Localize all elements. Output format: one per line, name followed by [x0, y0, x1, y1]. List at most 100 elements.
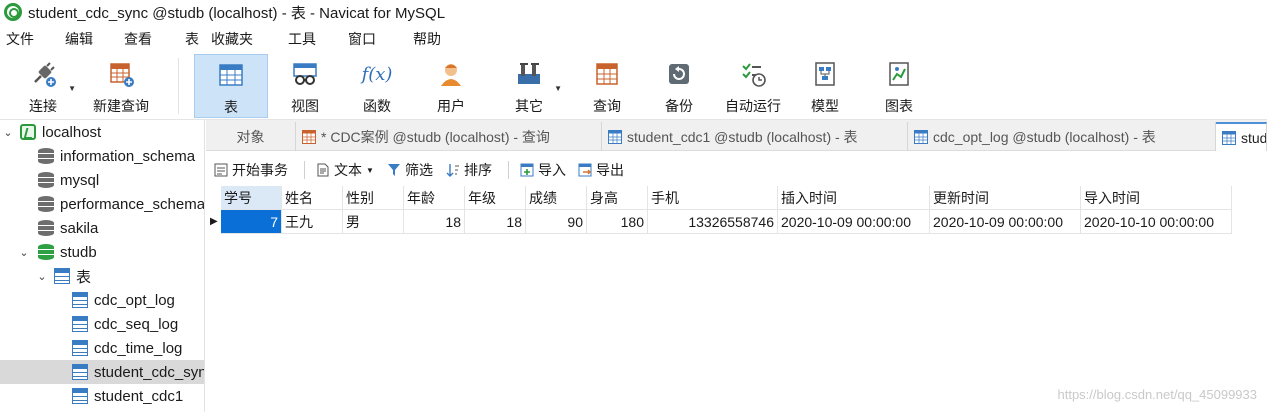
chevron-down-icon[interactable]: ⌄ — [36, 270, 48, 283]
export-button[interactable]: 导出 — [578, 160, 624, 180]
connect-icon — [29, 60, 57, 88]
menu-view[interactable]: 查看 — [124, 29, 152, 49]
menu-tools[interactable]: 工具 — [288, 29, 316, 49]
chart-icon — [885, 60, 913, 88]
tree-item-mysql[interactable]: mysql — [0, 168, 204, 192]
import-button[interactable]: 导入 — [520, 160, 566, 180]
menu-file[interactable]: 文件 — [6, 29, 34, 49]
new-query-button[interactable]: 新建查询 — [88, 54, 154, 118]
tree-item-localhost[interactable]: ⌄ localhost — [0, 120, 204, 144]
others-button[interactable]: 其它 ▼ — [506, 54, 562, 118]
text-button[interactable]: 文本 ▼ — [316, 160, 374, 180]
table-cell[interactable]: 180 — [587, 210, 648, 234]
data-grid: 学号 姓名 性别 年龄 年级 成绩 身高 手机 插入时间 更新时间 导入时间 ▶… — [206, 186, 1267, 412]
filter-button[interactable]: 筛选 — [387, 160, 433, 180]
begin-transaction-button[interactable]: 开始事务 — [214, 160, 288, 180]
tab-bar: 对象 * CDC案例 @studb (localhost) - 查询 stude… — [206, 120, 1267, 151]
table-icon — [72, 388, 88, 404]
connection-icon — [20, 124, 36, 140]
tree-item-tables-folder[interactable]: ⌄ 表 — [0, 264, 204, 288]
column-header[interactable]: 更新时间 — [930, 186, 1081, 210]
chart-button[interactable]: 图表 — [876, 54, 922, 118]
automation-button[interactable]: 自动运行 — [722, 54, 784, 118]
tree-item-student-cdc-sync[interactable]: student_cdc_sync — [0, 360, 204, 384]
user-icon — [437, 60, 465, 88]
column-header[interactable]: 年级 — [465, 186, 526, 210]
query-icon — [302, 129, 316, 144]
table-icon — [1222, 130, 1236, 145]
function-button[interactable]: f(x) 函数 — [354, 54, 400, 118]
toolbar-separator — [304, 161, 305, 179]
database-icon — [38, 244, 54, 260]
window-title: student_cdc_sync @studb (localhost) - 表 … — [28, 4, 446, 22]
table-cell[interactable]: 2020-10-10 00:00:00 — [1081, 210, 1232, 234]
database-icon — [38, 196, 54, 212]
table-cell[interactable]: 男 — [343, 210, 404, 234]
tree-item-student-cdc1[interactable]: student_cdc1 — [0, 384, 204, 408]
column-header[interactable]: 导入时间 — [1081, 186, 1232, 210]
query-icon — [593, 60, 621, 88]
column-header[interactable]: 插入时间 — [778, 186, 930, 210]
table-icon — [72, 364, 88, 380]
chevron-down-icon[interactable]: ▼ — [68, 84, 76, 93]
column-header[interactable]: 手机 — [648, 186, 778, 210]
filter-icon — [388, 164, 400, 176]
menu-window[interactable]: 窗口 — [348, 29, 376, 49]
table-cell[interactable]: 90 — [526, 210, 587, 234]
automation-icon — [739, 60, 767, 88]
table-cell[interactable]: 王九 — [282, 210, 343, 234]
tab-cdc-opt-log[interactable]: cdc_opt_log @studb (localhost) - 表 — [908, 122, 1216, 151]
view-icon — [291, 60, 319, 88]
menu-favorites[interactable]: 收藏夹 — [211, 29, 253, 49]
model-button[interactable]: 模型 — [802, 54, 848, 118]
table-cell[interactable]: 7 — [221, 210, 282, 234]
chevron-down-icon[interactable]: ⌄ — [18, 246, 30, 259]
tree-item-cdc-opt-log[interactable]: cdc_opt_log — [0, 288, 204, 312]
table-cell[interactable]: 2020-10-09 00:00:00 — [930, 210, 1081, 234]
table-icon — [914, 129, 928, 144]
connect-button[interactable]: 连接 ▼ — [20, 54, 76, 118]
tree-item-studb[interactable]: ⌄ studb — [0, 240, 204, 264]
menu-edit[interactable]: 编辑 — [65, 29, 93, 49]
user-button[interactable]: 用户 — [428, 54, 474, 118]
tree-item-performance-schema[interactable]: performance_schema — [0, 192, 204, 216]
table-cell[interactable]: 13326558746 — [648, 210, 778, 234]
navicat-logo-icon — [4, 3, 22, 21]
chevron-down-icon[interactable]: ▼ — [366, 166, 374, 175]
chevron-down-icon[interactable]: ▼ — [554, 84, 562, 93]
sort-icon — [446, 164, 459, 177]
chevron-down-icon[interactable]: ⌄ — [2, 126, 14, 139]
table-cell[interactable]: 18 — [465, 210, 526, 234]
function-icon: f(x) — [361, 63, 393, 85]
tab-cdc-query[interactable]: * CDC案例 @studb (localhost) - 查询 — [296, 122, 602, 151]
tab-student-cdc-sync[interactable]: student_cdc_sync @studb (localhost) - 表 — [1216, 122, 1267, 151]
column-header[interactable]: 姓名 — [282, 186, 343, 210]
export-icon — [578, 163, 592, 177]
query-button[interactable]: 查询 — [584, 54, 630, 118]
backup-button[interactable]: 备份 — [656, 54, 702, 118]
table-button[interactable]: 表 — [194, 54, 268, 118]
tree-item-information-schema[interactable]: information_schema — [0, 144, 204, 168]
column-header[interactable]: 性别 — [343, 186, 404, 210]
table-icon — [608, 129, 622, 144]
menu-table[interactable]: 表 — [185, 29, 199, 49]
column-header[interactable]: 年龄 — [404, 186, 465, 210]
tree-item-sakila[interactable]: sakila — [0, 216, 204, 240]
column-header[interactable]: 身高 — [587, 186, 648, 210]
model-icon — [811, 60, 839, 88]
column-header[interactable]: 学号 — [221, 186, 282, 210]
database-icon — [38, 220, 54, 236]
menu-help[interactable]: 帮助 — [413, 29, 441, 49]
tree-item-cdc-seq-log[interactable]: cdc_seq_log — [0, 312, 204, 336]
title-bar: student_cdc_sync @studb (localhost) - 表 … — [0, 0, 1267, 24]
table-cell[interactable]: 2020-10-09 00:00:00 — [778, 210, 930, 234]
view-button[interactable]: 视图 — [282, 54, 328, 118]
toolbar-separator — [508, 161, 509, 179]
tab-student-cdc1[interactable]: student_cdc1 @studb (localhost) - 表 — [602, 122, 908, 151]
sort-button[interactable]: 排序 — [446, 160, 492, 180]
column-header[interactable]: 成绩 — [526, 186, 587, 210]
menu-bar: 文件 编辑 查看 表 收藏夹 工具 窗口 帮助 — [0, 24, 1267, 52]
tree-item-cdc-time-log[interactable]: cdc_time_log — [0, 336, 204, 360]
table-cell[interactable]: 18 — [404, 210, 465, 234]
tab-objects[interactable]: 对象 — [206, 122, 296, 151]
